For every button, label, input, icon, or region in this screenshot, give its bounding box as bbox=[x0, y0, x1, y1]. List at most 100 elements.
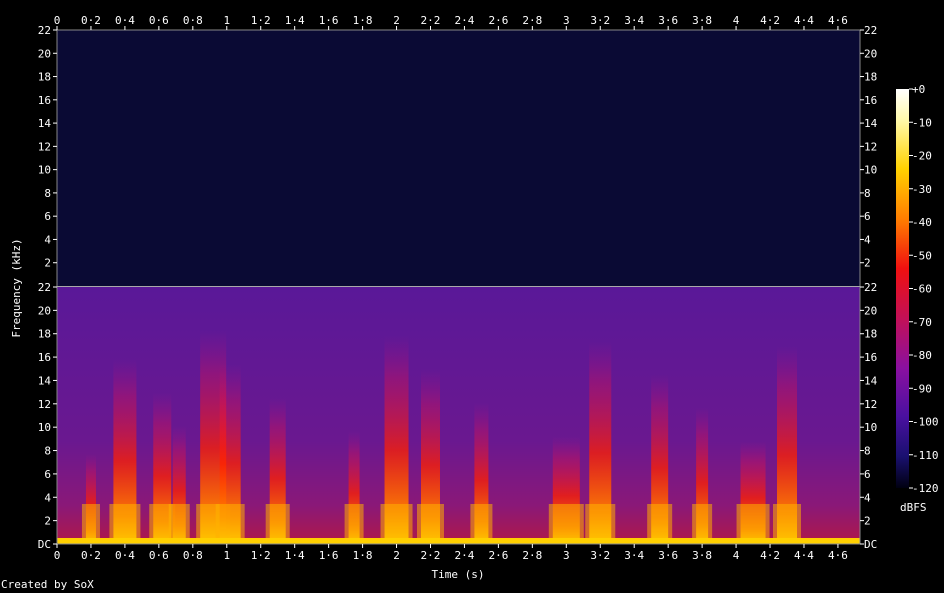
x-tick-label-top: 2·8 bbox=[522, 14, 542, 27]
colorbar-tick-label: -60 bbox=[912, 283, 932, 296]
energy-burst-low bbox=[265, 504, 290, 538]
x-tick-label-bottom: 2·6 bbox=[488, 549, 508, 562]
x-tick-label-top: 0·6 bbox=[149, 14, 169, 27]
x-tick-label-bottom: 2 bbox=[393, 549, 400, 562]
x-tick-label-bottom: 0·6 bbox=[149, 549, 169, 562]
energy-burst-low bbox=[736, 504, 770, 538]
y-tick-label-left: 4 bbox=[44, 233, 51, 246]
y-tick-label-right: 14 bbox=[864, 374, 878, 387]
x-tick-label-bottom: 4·2 bbox=[760, 549, 780, 562]
colorbar-tick-label: -120 bbox=[912, 482, 939, 495]
y-tick-label-right: 16 bbox=[864, 94, 877, 107]
x-tick-label-bottom: 1·4 bbox=[285, 549, 305, 562]
y-tick-label-left: 4 bbox=[44, 491, 51, 504]
y-tick-label-left: 6 bbox=[44, 468, 51, 481]
x-tick-label-top: 4·2 bbox=[760, 14, 780, 27]
colorbar-tick-label: +0 bbox=[912, 83, 925, 96]
x-tick-label-bottom: 3·8 bbox=[692, 549, 712, 562]
energy-burst-low bbox=[380, 504, 413, 538]
energy-burst-low bbox=[548, 504, 584, 538]
x-tick-label-bottom: 3·4 bbox=[624, 549, 644, 562]
y-tick-label-left: 8 bbox=[44, 187, 51, 200]
y-tick-label-right: 12 bbox=[864, 398, 877, 411]
y-tick-label-right: 6 bbox=[864, 210, 871, 223]
y-tick-label-right: 6 bbox=[864, 468, 871, 481]
energy-burst-low bbox=[109, 504, 141, 538]
x-tick-label-top: 3 bbox=[563, 14, 570, 27]
y-tick-label-right: 2 bbox=[864, 515, 871, 528]
y-tick-label-left: 10 bbox=[38, 421, 51, 434]
colorbar-label: dBFS bbox=[900, 501, 927, 514]
x-tick-label-bottom: 4 bbox=[733, 549, 740, 562]
colorbar-tick-label: -110 bbox=[912, 449, 939, 462]
colorbar-ticks: +0 -10 -20 -30 -40 -50 -60 -70 -80 -90 -100 -110 -12… bbox=[909, 83, 939, 495]
y-tick-label-left: 2 bbox=[44, 515, 51, 528]
x-tick-label-bottom: 2·2 bbox=[421, 549, 441, 562]
x-tick-label-bottom: 1·6 bbox=[319, 549, 339, 562]
y-tick-label-left: 16 bbox=[38, 94, 51, 107]
y-tick-label-left: 12 bbox=[38, 398, 51, 411]
x-tick-label-top: 2·4 bbox=[455, 14, 475, 27]
y-tick-label-right: 20 bbox=[864, 47, 877, 60]
y-tick-label-left: 6 bbox=[44, 210, 51, 223]
x-tick-label-top: 4·4 bbox=[794, 14, 814, 27]
y-tick-label-left: 2 bbox=[44, 257, 51, 270]
energy-burst-low bbox=[647, 504, 673, 538]
energy-burst-low bbox=[416, 504, 444, 538]
x-tick-label-bottom: 1·8 bbox=[353, 549, 373, 562]
channel-1-panel bbox=[57, 30, 860, 286]
energy-burst-low bbox=[470, 504, 493, 538]
y-tick-label-left: DC bbox=[38, 538, 51, 551]
y-tick-label-right: 18 bbox=[864, 71, 877, 84]
x-tick-label-top: 2·2 bbox=[421, 14, 441, 27]
y-tick-label-left: 22 bbox=[38, 24, 51, 37]
spectrogram-chart: 0 0 0·2 0·2 0·4 0·4 0·6 0·6 0·8 0·8 1 1 1·2 1·2 1·4 1·4… bbox=[10, 14, 939, 581]
x-tick-label-top: 1·2 bbox=[251, 14, 271, 27]
dc-band bbox=[57, 538, 860, 544]
x-tick-label-bottom: 1·2 bbox=[251, 549, 271, 562]
x-tick-label-top: 0·2 bbox=[81, 14, 101, 27]
credit-text: Created by SoX bbox=[1, 578, 94, 591]
y-tick-label-left: 14 bbox=[38, 117, 52, 130]
y-tick-label-left: 10 bbox=[38, 164, 51, 177]
y-tick-label-right: DC bbox=[864, 538, 877, 551]
y-tick-label-right: 10 bbox=[864, 164, 877, 177]
x-tick-label-top: 1 bbox=[223, 14, 230, 27]
x-tick-label-top: 2 bbox=[393, 14, 400, 27]
y-tick-label-left: 14 bbox=[38, 374, 52, 387]
y-tick-label-left: 8 bbox=[44, 445, 51, 458]
colorbar-tick-label: -10 bbox=[912, 116, 932, 129]
x-tick-label-top: 1·8 bbox=[353, 14, 373, 27]
y-tick-label-left: 20 bbox=[38, 304, 51, 317]
colorbar-tick-label: -40 bbox=[912, 216, 932, 229]
y-tick-label-left: 16 bbox=[38, 351, 51, 364]
y-tick-label-right: 20 bbox=[864, 304, 877, 317]
x-tick-label-bottom: 2·8 bbox=[522, 549, 542, 562]
y-tick-label-right: 10 bbox=[864, 421, 877, 434]
y-tick-label-left: 18 bbox=[38, 71, 51, 84]
x-tick-label-top: 4 bbox=[733, 14, 740, 27]
y-tick-label-right: 18 bbox=[864, 328, 877, 341]
colorbar-tick-label: -90 bbox=[912, 382, 932, 395]
x-tick-label-top: 3·6 bbox=[658, 14, 678, 27]
x-tick-label-top: 3·8 bbox=[692, 14, 712, 27]
colorbar-tick-label: -20 bbox=[912, 150, 932, 163]
y-tick-label-left: 12 bbox=[38, 140, 51, 153]
y-tick-label-right: 16 bbox=[864, 351, 877, 364]
x-axis-label: Time (s) bbox=[432, 568, 485, 581]
y-tick-label-right: 14 bbox=[864, 117, 878, 130]
x-tick-label-bottom: 0·8 bbox=[183, 549, 203, 562]
x-tick-label-bottom: 1 bbox=[223, 549, 230, 562]
x-tick-label-bottom: 0 bbox=[54, 549, 61, 562]
energy-burst-low bbox=[81, 504, 100, 538]
colorbar-tick-label: -80 bbox=[912, 349, 932, 362]
y-tick-label-right: 8 bbox=[864, 445, 871, 458]
y-tick-label-right: 2 bbox=[864, 257, 871, 270]
x-tick-label-top: 1·6 bbox=[319, 14, 339, 27]
y-axis-label: Frequency (kHz) bbox=[10, 238, 23, 337]
y-tick-label-left: 18 bbox=[38, 328, 51, 341]
x-tick-label-bottom: 0·4 bbox=[115, 549, 135, 562]
x-tick-label-bottom: 0·2 bbox=[81, 549, 101, 562]
y-tick-label-right: 8 bbox=[864, 187, 871, 200]
colorbar bbox=[896, 89, 909, 488]
